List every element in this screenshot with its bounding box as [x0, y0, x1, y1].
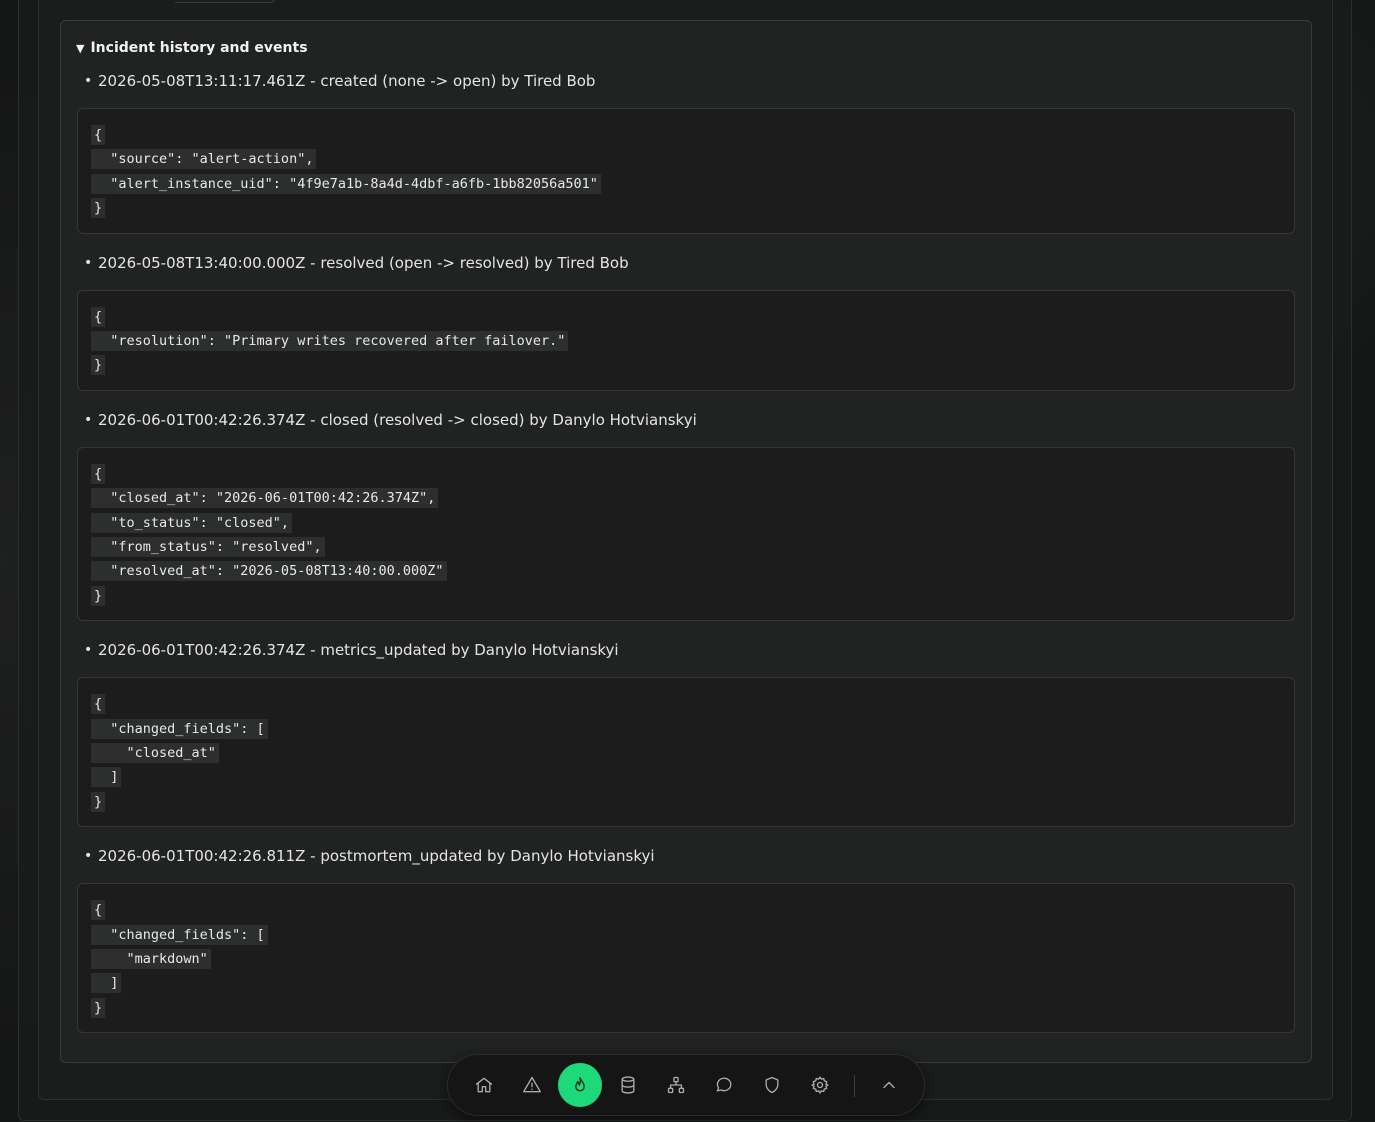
event-json-block: { "resolution": "Primary writes recovere… [77, 290, 1295, 391]
json-line: "resolved_at": "2026-05-08T13:40:00.000Z… [91, 561, 447, 581]
json-line: "markdown" [91, 949, 211, 969]
json-line: "to_status": "closed", [91, 513, 293, 533]
event-title: • 2026-06-01T00:42:26.374Z - closed (res… [84, 409, 697, 431]
json-line: "resolution": "Primary writes recovered … [91, 331, 569, 351]
json-line: "closed_at" [91, 743, 219, 763]
chat-bubble-icon [716, 1077, 732, 1092]
event-title: • 2026-05-08T13:40:00.000Z - resolved (o… [84, 252, 629, 274]
event-json-block: { "changed_fields": [ "markdown" ] } [77, 883, 1295, 1033]
history-summary-label: Incident history and events [90, 40, 308, 56]
caret-down-icon: ▼ [76, 41, 85, 55]
network-icon [667, 1076, 685, 1094]
dock-home-button[interactable] [462, 1063, 506, 1107]
json-line: "source": "alert-action", [91, 149, 317, 169]
dock-divider [854, 1075, 855, 1097]
json-line: ] [91, 767, 122, 787]
bullet-icon: • [84, 412, 93, 428]
json-line: "alert_instance_uid": "4f9e7a1b-8a4d-4db… [91, 174, 601, 194]
previous-section-edge [175, 0, 276, 3]
bullet-icon: • [84, 848, 93, 864]
json-line: } [91, 355, 106, 375]
bullet-icon: • [84, 73, 93, 89]
event-title: • 2026-05-08T13:11:17.461Z - created (no… [84, 70, 595, 92]
json-line: "closed_at": "2026-06-01T00:42:26.374Z", [91, 488, 439, 508]
json-line: } [91, 586, 106, 606]
home-icon [475, 1077, 493, 1093]
dock-incidents-button[interactable] [558, 1063, 602, 1107]
json-line: { [91, 900, 106, 920]
dock-security-button[interactable] [750, 1063, 794, 1107]
json-line: "changed_fields": [ [91, 925, 268, 945]
dock-chat-button[interactable] [702, 1063, 746, 1107]
bottom-dock [447, 1054, 925, 1116]
json-line: { [91, 307, 106, 327]
bullet-icon: • [84, 642, 93, 658]
event-title: • 2026-06-01T00:42:26.374Z - metrics_upd… [84, 639, 619, 661]
json-line: "from_status": "resolved", [91, 537, 325, 557]
event-json-block: { "changed_fields": [ "closed_at" ] } [77, 677, 1295, 827]
dock-settings-button[interactable] [798, 1063, 842, 1107]
gear-icon [811, 1076, 829, 1094]
dock-services-button[interactable] [654, 1063, 698, 1107]
event-title-text: 2026-06-01T00:42:26.811Z - postmortem_up… [98, 847, 655, 865]
json-line: } [91, 792, 106, 812]
bullet-icon: • [84, 255, 93, 271]
json-line: { [91, 694, 106, 714]
shield-icon [765, 1076, 779, 1094]
dock-alerts-button[interactable] [510, 1063, 554, 1107]
chevron-up-icon [883, 1081, 895, 1089]
event-title: • 2026-06-01T00:42:26.811Z - postmortem_… [84, 845, 655, 867]
flame-icon [575, 1076, 585, 1092]
event-json-block: { "source": "alert-action", "alert_insta… [77, 108, 1295, 234]
event-title-text: 2026-05-08T13:11:17.461Z - created (none… [98, 72, 596, 90]
history-toggle[interactable]: ▼ Incident history and events [76, 38, 308, 58]
dock-database-button[interactable] [606, 1063, 650, 1107]
event-title-text: 2026-05-08T13:40:00.000Z - resolved (ope… [98, 254, 629, 272]
event-title-text: 2026-06-01T00:42:26.374Z - metrics_updat… [98, 641, 619, 659]
json-line: } [91, 198, 106, 218]
json-line: { [91, 464, 106, 484]
event-title-text: 2026-06-01T00:42:26.374Z - closed (resol… [98, 411, 697, 429]
dock-expand-button[interactable] [867, 1063, 911, 1107]
alert-triangle-icon [523, 1076, 541, 1093]
json-line: } [91, 998, 106, 1018]
database-icon [621, 1076, 635, 1094]
event-json-block: { "closed_at": "2026-06-01T00:42:26.374Z… [77, 447, 1295, 621]
json-line: "changed_fields": [ [91, 719, 268, 739]
json-line: ] [91, 973, 122, 993]
json-line: { [91, 125, 106, 145]
